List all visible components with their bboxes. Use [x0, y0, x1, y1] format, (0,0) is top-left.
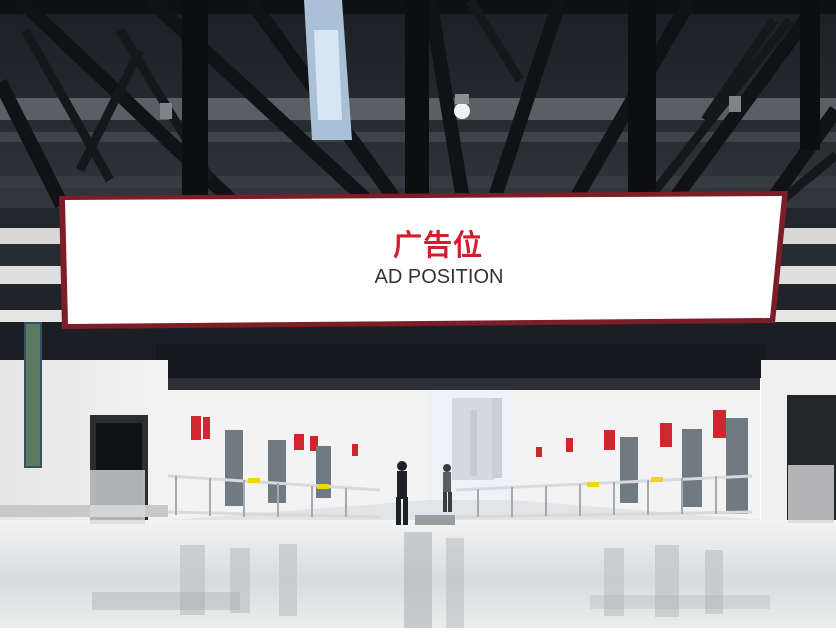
ad-billboard: 广告位 AD POSITION: [56, 190, 792, 330]
billboard-content: 广告位 AD POSITION: [56, 190, 792, 330]
ad-title: 广告位: [392, 227, 483, 262]
station-hall-photo: 广告位 AD POSITION: [0, 0, 836, 628]
ad-subtitle: AD POSITION: [374, 265, 504, 288]
